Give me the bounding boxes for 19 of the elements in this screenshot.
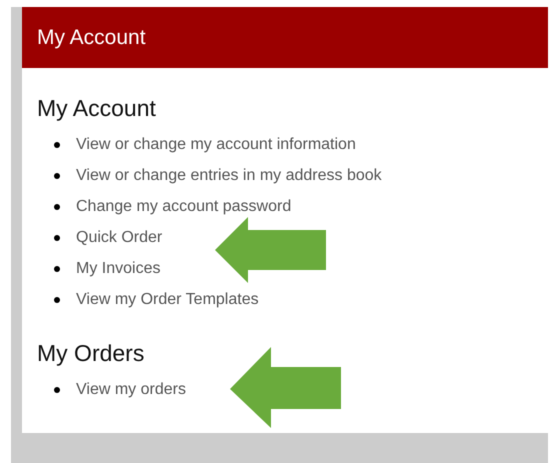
bullet-icon [54, 296, 60, 302]
account-link[interactable]: View or change entries in my address book [76, 164, 382, 188]
account-link[interactable]: View my Order Templates [76, 288, 259, 312]
bullet-icon [54, 142, 60, 148]
bullet-icon [54, 266, 60, 272]
bullet-icon [54, 172, 60, 178]
account-link[interactable]: Change my account password [76, 194, 292, 218]
bullet-icon [54, 204, 60, 210]
account-link[interactable]: View or change my account information [76, 132, 356, 156]
account-link[interactable]: My Invoices [76, 256, 160, 280]
section-heading: My Orders [37, 339, 146, 368]
bullet-icon [54, 234, 60, 240]
account-link[interactable]: View my orders [76, 378, 186, 402]
bullet-icon [54, 386, 60, 392]
section-heading: My Account [37, 94, 157, 123]
arrow-icon [215, 217, 326, 283]
account-link[interactable]: Quick Order [76, 226, 162, 250]
arrow-icon [230, 347, 341, 428]
panel-title: My Account [37, 24, 146, 51]
